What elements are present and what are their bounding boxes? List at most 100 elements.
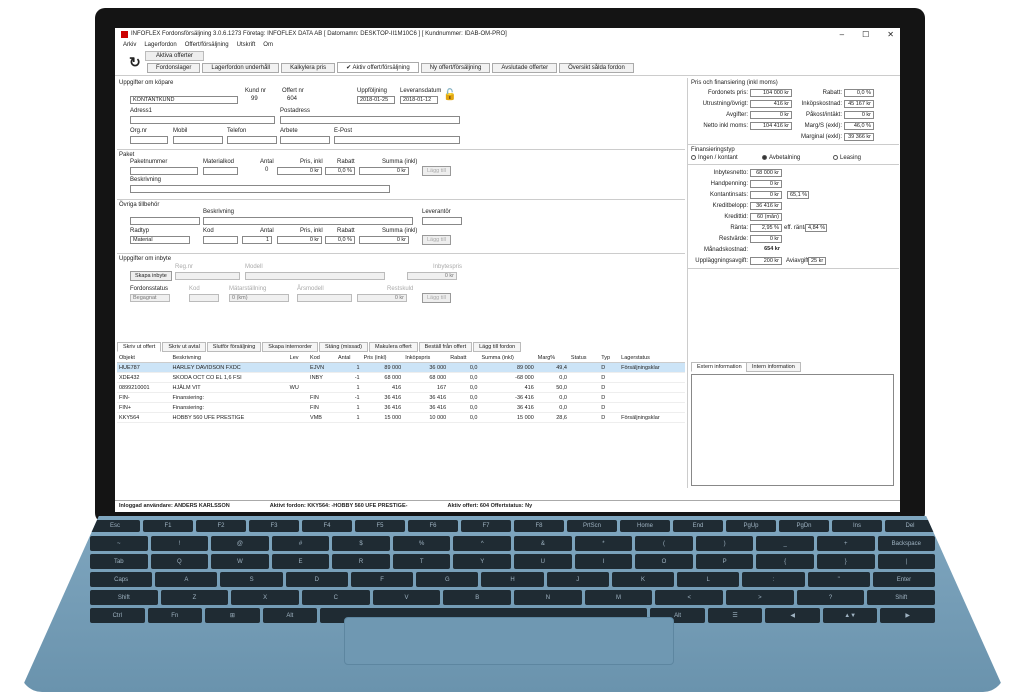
minimize-button[interactable]: –: [840, 30, 844, 39]
column-header[interactable]: Kod: [308, 354, 336, 363]
uppl-input[interactable]: 200 kr: [750, 257, 782, 265]
ovriga-summa-input[interactable]: 0 kr: [359, 236, 409, 244]
keyboard-key: +: [816, 536, 875, 551]
telefon-input[interactable]: [227, 136, 277, 144]
skapa-inbyte-button[interactable]: Skapa inbyte: [130, 271, 172, 281]
avslutade-offerter-button[interactable]: Avslutade offerter: [492, 63, 558, 73]
keyboard-key: PrtScn: [567, 520, 617, 532]
radtyp-select[interactable]: Material: [130, 236, 190, 244]
menu-utskrift[interactable]: Utskrift: [237, 42, 256, 48]
ovriga-antal-input[interactable]: 1: [242, 236, 272, 244]
tab-skriv-ut-offert[interactable]: Skriv ut offert: [117, 342, 162, 352]
paket-rabatt-input[interactable]: 0,0 %: [325, 167, 355, 175]
table-row[interactable]: 0899210001 HJÄLM VIT WU 1 416 167 0,0 416 50,0 D: [117, 382, 685, 393]
menu-offert[interactable]: Offert/försäljning: [185, 42, 229, 48]
table-row[interactable]: FIN+ Finansiering: FIN 1 36 416 36 416 0,0 36 4…: [117, 402, 685, 413]
adress1-input[interactable]: [130, 116, 275, 124]
oversikt-salda-button[interactable]: Översikt sålda fordon: [559, 63, 634, 73]
tab-skapa-internorder[interactable]: Skapa internorder: [262, 342, 319, 352]
arbete-label: Arbete: [280, 128, 298, 134]
menu-lagerfordon[interactable]: Lagerfordon: [144, 42, 176, 48]
table-cell: KKY564: [117, 412, 171, 423]
mobil-input[interactable]: [173, 136, 223, 144]
tab-slutfor[interactable]: Slutför försäljning: [206, 342, 262, 352]
handpenning-input[interactable]: 0 kr: [750, 180, 782, 188]
kredittid-label: Kredittid:: [724, 214, 748, 220]
ovriga-add-button[interactable]: Lägg till: [422, 235, 451, 245]
paket-beskrivning-input[interactable]: [130, 185, 390, 193]
paket-pris-input[interactable]: 0 kr: [277, 167, 322, 175]
close-button[interactable]: ✕: [887, 30, 894, 39]
column-header[interactable]: Antal: [335, 354, 362, 363]
column-header[interactable]: Summa (inkl): [479, 354, 536, 363]
ovriga-kod-label: Kod: [203, 228, 214, 234]
ny-offert-button[interactable]: Ny offert/försäljning: [420, 63, 491, 73]
radio-leasing[interactable]: Leasing: [833, 155, 861, 161]
paket-add-button[interactable]: Lägg till: [422, 166, 451, 176]
kalkylera-pris-button[interactable]: Kalkylera pris: [281, 63, 336, 73]
restvarde-input[interactable]: 0 kr: [750, 235, 782, 243]
menu-arkiv[interactable]: Arkiv: [123, 42, 136, 48]
table-cell: [568, 382, 600, 393]
column-header[interactable]: Pris (inkl): [361, 354, 404, 363]
ranta-input[interactable]: 2,95 %: [750, 224, 782, 232]
column-header[interactable]: Marg%: [535, 354, 569, 363]
column-header[interactable]: Lagerstatus: [619, 354, 685, 363]
keyboard-key: U: [514, 554, 572, 569]
fordonets-pris-input[interactable]: 104 000 kr: [750, 89, 792, 97]
maximize-button[interactable]: ☐: [862, 30, 869, 39]
tab-skriv-ut-avtal[interactable]: Skriv ut avtal: [162, 342, 206, 352]
column-header[interactable]: Status: [568, 354, 600, 363]
app-logo-icon: [121, 30, 128, 38]
column-header[interactable]: Objekt: [117, 354, 171, 363]
kreditbelopp-label: Kreditbelopp:: [712, 203, 748, 209]
refresh-icon[interactable]: ↻: [129, 54, 141, 71]
column-header[interactable]: Beskrivning: [170, 354, 288, 363]
table-row[interactable]: HUE787 HARLEY DAVIDSON FXDC EJVN 1 89 000 36 …: [117, 362, 685, 373]
keyboard-key: P: [695, 554, 754, 569]
table-row[interactable]: FIN- Finansiering: FIN -1 36 416 36 416 0,0 -36…: [117, 392, 685, 403]
ovriga-rabatt-input[interactable]: 0,0 %: [325, 236, 355, 244]
ovriga-beskrivning-input[interactable]: [203, 217, 413, 225]
tab-makulera[interactable]: Makulera offert: [369, 342, 418, 352]
keyboard-key: F2: [196, 520, 246, 532]
epost-input[interactable]: [334, 136, 460, 144]
column-header[interactable]: Inköpspris: [403, 354, 449, 363]
aktiv-offert-button[interactable]: ✔ Aktiv offert/försäljning: [337, 62, 419, 73]
ovriga-search-input[interactable]: [130, 217, 200, 225]
ovriga-kod-select[interactable]: [203, 236, 238, 244]
lock-icon[interactable]: 🔓: [443, 88, 457, 101]
rabatt-input[interactable]: 0,0 %: [844, 89, 874, 97]
tab-extern-information[interactable]: Extern information: [691, 362, 748, 372]
table-row[interactable]: KKY564 HOBBY 560 UFE PRESTIGE VMB 1 15 000 10…: [117, 412, 685, 423]
table-row[interactable]: XDE432 SKODA OCT CO EL 1,6 FSI INBY -1 68 00…: [117, 372, 685, 383]
ovriga-pris-input[interactable]: 0 kr: [277, 236, 322, 244]
leverantor-input[interactable]: [422, 217, 462, 225]
column-header[interactable]: Rabatt: [448, 354, 480, 363]
column-header[interactable]: Lev: [287, 354, 309, 363]
avi-input[interactable]: 25 kr: [808, 257, 826, 265]
customer-name-input[interactable]: KONTANTKUND: [130, 96, 238, 104]
arbete-input[interactable]: [280, 136, 330, 144]
materialkod-select[interactable]: [203, 167, 238, 175]
tab-stang[interactable]: Stäng (missad): [319, 342, 369, 352]
kredittid-input[interactable]: 60 (mån): [750, 213, 782, 221]
ovriga-rabatt-label: Rabatt: [337, 228, 355, 234]
column-header[interactable]: Typ: [599, 354, 620, 363]
leverans-date[interactable]: 2018-01-12: [400, 96, 438, 104]
active-offers-label[interactable]: Aktiva offerter: [145, 51, 204, 61]
information-textarea[interactable]: [691, 374, 894, 486]
menu-om[interactable]: Om: [263, 42, 273, 48]
fordonslager-button[interactable]: Fordonslager: [147, 63, 201, 73]
tab-lagg-till-fordon[interactable]: Lägg till fordon: [473, 342, 522, 352]
uppfoljning-date[interactable]: 2018-01-25: [357, 96, 395, 104]
orgnr-input[interactable]: [130, 136, 168, 144]
tab-bestall[interactable]: Beställ från offert: [418, 342, 473, 352]
paket-summa-input[interactable]: 0 kr: [359, 167, 409, 175]
lagerfordon-underhall-button[interactable]: Lagerfordon underhåll: [202, 63, 280, 73]
radio-ingen[interactable]: Ingen / kontant: [691, 155, 738, 161]
radio-avbetalning[interactable]: Avbetalning: [762, 155, 800, 161]
paketnummer-select[interactable]: [130, 167, 198, 175]
postadress-input[interactable]: [280, 116, 460, 124]
tab-intern-information[interactable]: Intern information: [746, 362, 801, 372]
